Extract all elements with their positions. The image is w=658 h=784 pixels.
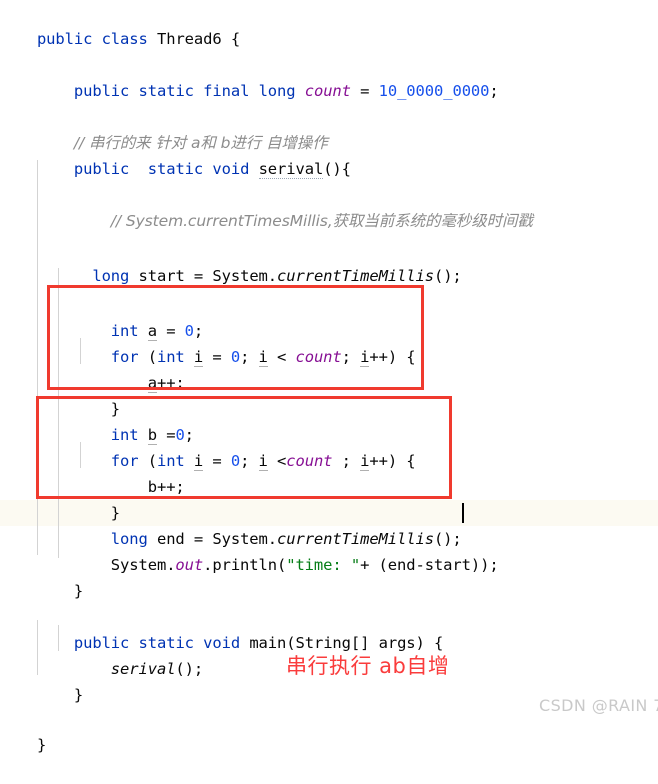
code-line-20[interactable]: long end = System.currentTimeMillis(); [0,500,658,548]
code-line-21-println[interactable]: System.out.println("time: "+ (end-start)… [0,526,658,574]
keyword-final: final [203,82,250,100]
code-line-5-comment[interactable]: // 串行的来 针对 a和 b进行 自增操作 [0,104,658,152]
call-currenttimemillis: currentTimeMillis [277,267,434,285]
field-count: count [304,82,351,100]
method-name-serival: serival [258,160,324,179]
class-name: Thread6 [156,30,222,48]
code-line-24-main[interactable]: public static void main(String[] args) { [0,604,658,652]
code-line-8-comment[interactable]: // System.currentTimesMillis,获取当前系统的毫秒级时… [0,182,658,230]
code-line-22[interactable]: } [0,552,658,600]
keyword-static: static [147,160,204,178]
red-box-variable-b-loop [36,396,452,499]
keyword-public: public [73,160,130,178]
csdn-watermark: CSDN @RAIN 7 [539,696,658,715]
code-line-6[interactable]: public static void serival(){ [0,130,658,179]
code-line-1[interactable]: public class Thread6 { [0,0,658,48]
red-box-variable-a-loop [47,285,424,390]
keyword-void: void [212,160,250,178]
keyword-public: public [73,82,130,100]
comment-currenttimemillis: // System.currentTimesMillis,获取当前系统的毫秒级时… [110,212,533,230]
keyword-static: static [138,82,195,100]
keyword-long: long [258,82,296,100]
red-annotation-note: 串行执行 ab自增 [286,654,450,678]
keyword-public: public [36,30,93,48]
keyword-long: long [92,267,130,285]
keyword-class: class [101,30,148,48]
text-caret [462,503,464,523]
variable-start: start [129,267,185,285]
code-editor-canvas[interactable]: public class Thread6 { public static fin… [0,0,658,754]
code-line-3[interactable]: public static final long count = 10_0000… [0,52,658,100]
literal-count-value: 10_0000_0000 [378,82,490,100]
code-line-10[interactable]: long start = System.currentTimeMillis(); [0,237,658,285]
